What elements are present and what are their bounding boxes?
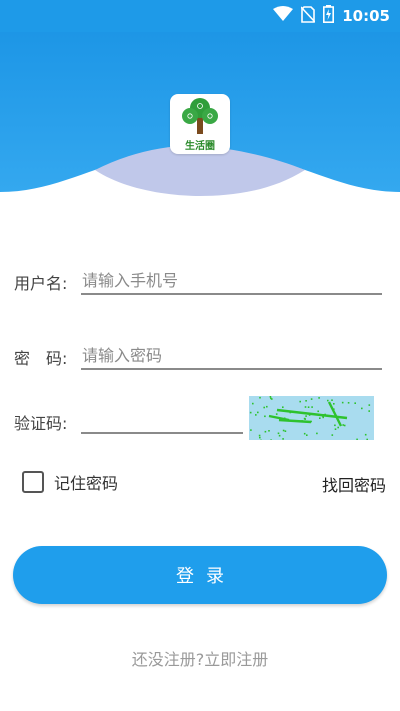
status-icons: 10:05 <box>273 5 390 27</box>
logo-text: 生活圈 <box>185 141 215 152</box>
username-label: 用户名: <box>14 274 68 293</box>
password-input[interactable] <box>82 342 380 368</box>
login-button[interactable]: 登录 <box>13 546 387 604</box>
captcha-underline <box>81 432 243 434</box>
status-time: 10:05 <box>342 7 390 25</box>
app-logo: 生活圈 <box>170 94 230 154</box>
status-bar: 10:05 <box>0 0 400 32</box>
wifi-icon <box>273 6 294 26</box>
username-input[interactable] <box>82 267 380 293</box>
remember-label: 记住密码 <box>54 474 119 493</box>
password-label: 密 码: <box>14 349 68 368</box>
captcha-image[interactable] <box>249 396 374 440</box>
password-underline <box>81 368 382 370</box>
captcha-input[interactable] <box>82 405 242 431</box>
remember-checkbox[interactable] <box>22 471 44 493</box>
battery-charging-icon <box>323 5 335 27</box>
username-underline <box>81 293 382 295</box>
no-sim-icon <box>300 5 316 27</box>
register-link[interactable]: 还没注册?立即注册 <box>0 646 400 670</box>
remember-password[interactable]: 记住密码 <box>22 470 118 494</box>
captcha-label: 验证码: <box>14 414 68 433</box>
forgot-password-link[interactable]: 找回密码 <box>322 472 386 496</box>
